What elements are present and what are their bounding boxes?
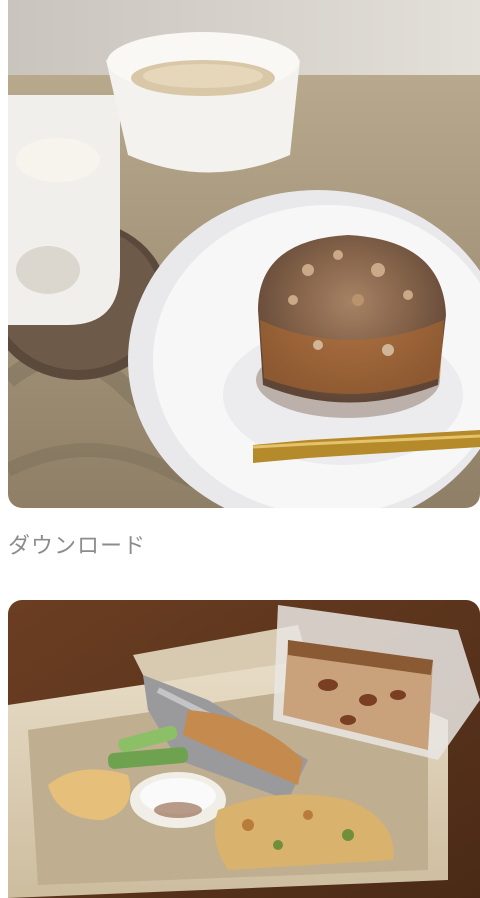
image-feed: ダウンロード: [0, 0, 480, 898]
food-photo-bento[interactable]: [8, 600, 480, 898]
download-button[interactable]: ダウンロード: [8, 530, 146, 564]
food-photo-muffin-image: [8, 0, 480, 508]
food-photo-bento-image: [8, 600, 480, 898]
food-photo-muffin[interactable]: [8, 0, 480, 508]
